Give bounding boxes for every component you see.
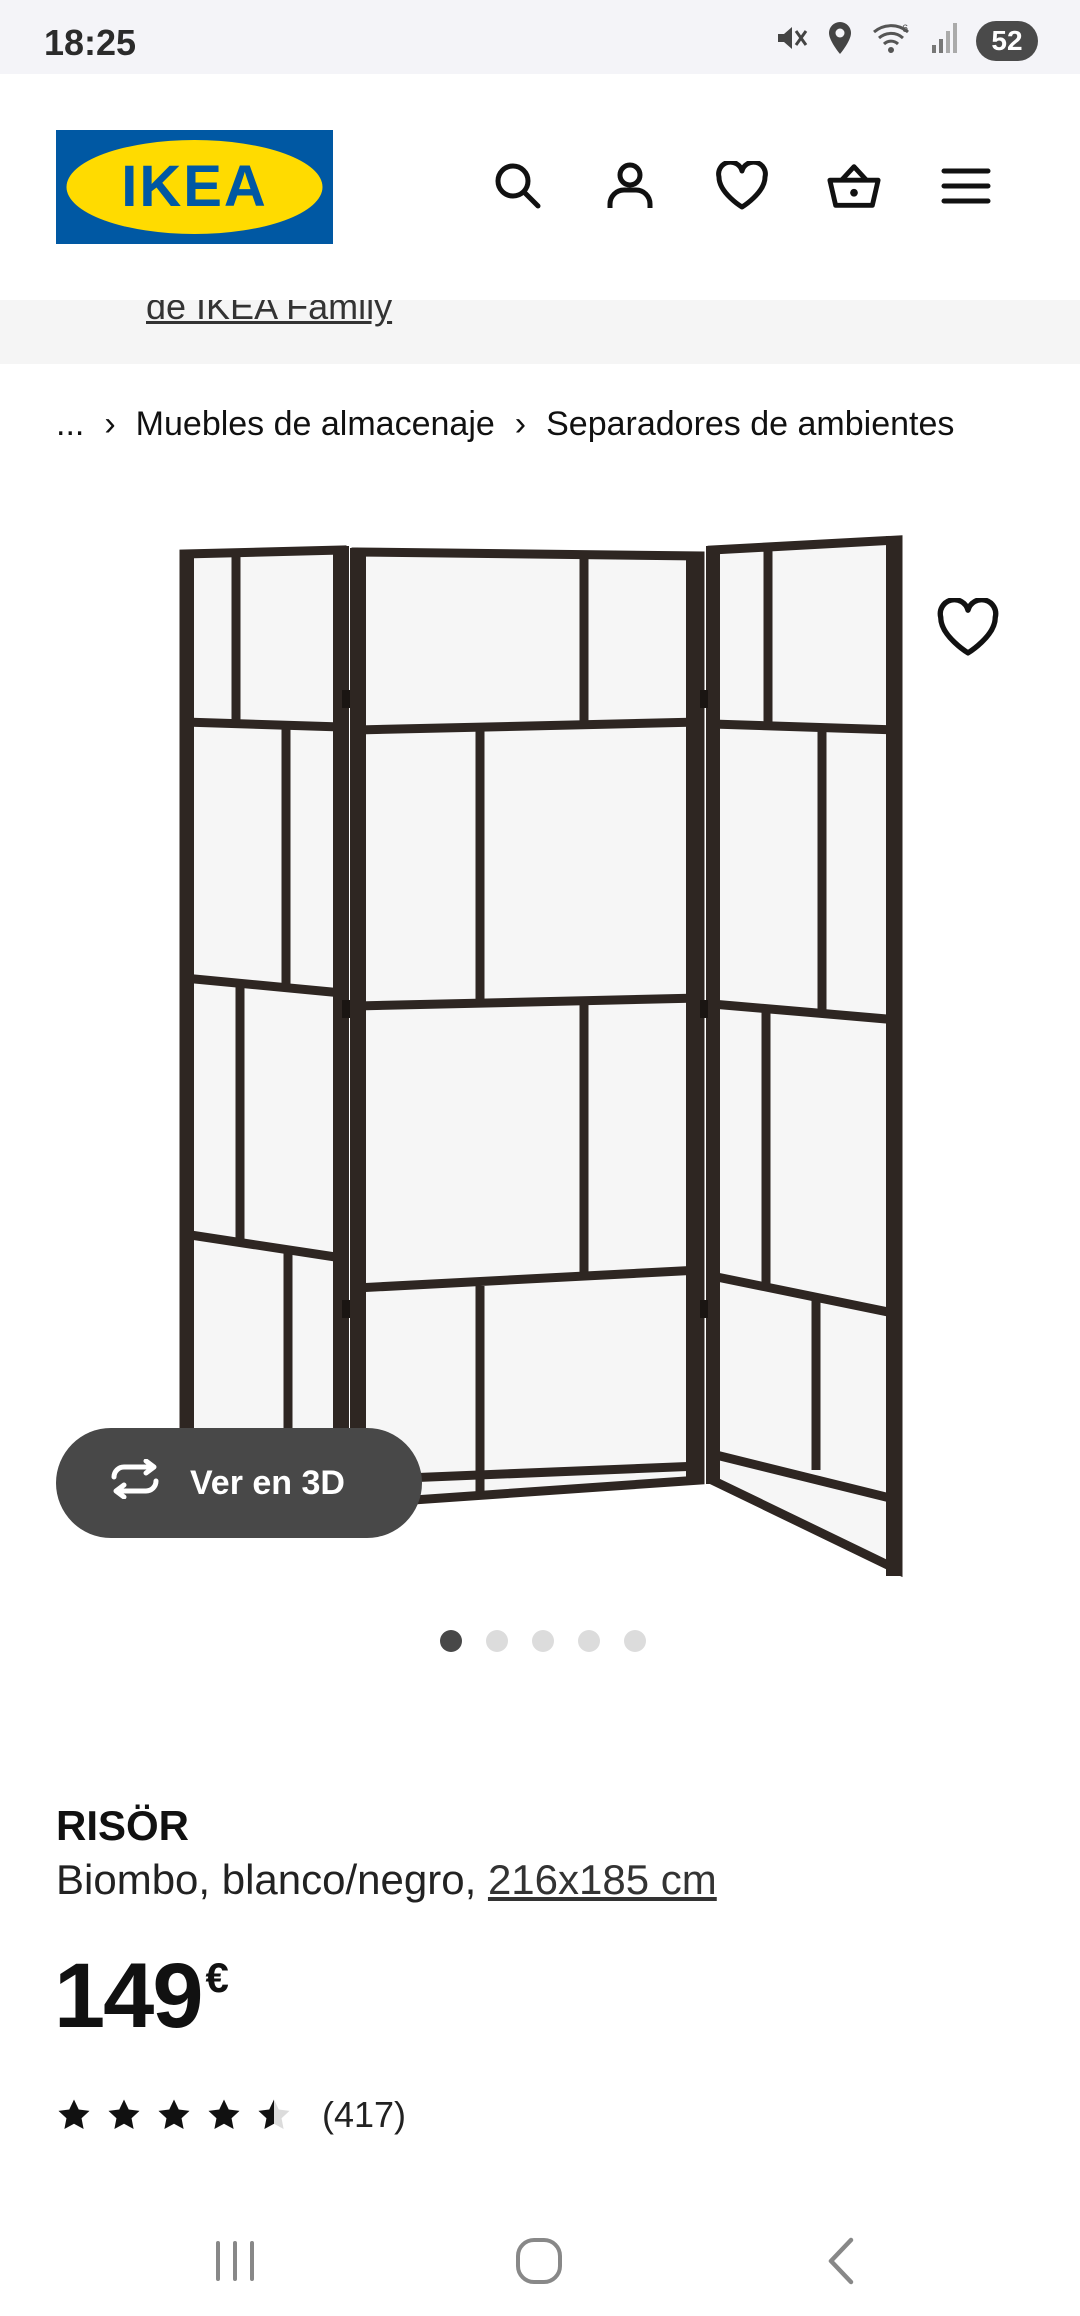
site-header: IKEA <box>0 74 1080 300</box>
product-name: RISÖR <box>56 1802 190 1849</box>
heart-icon <box>937 597 999 656</box>
breadcrumb-item-room-dividers[interactable]: Separadores de ambientes <box>546 405 954 444</box>
view-in-3d-button[interactable]: Ver en 3D <box>56 1428 422 1538</box>
price-amount: 149 <box>54 1945 203 2047</box>
pagination-dot[interactable] <box>624 1630 646 1652</box>
star-full-icon <box>208 2099 240 2130</box>
breadcrumb-item-storage[interactable]: Muebles de almacenaje <box>136 405 495 444</box>
heart-icon[interactable] <box>714 158 770 214</box>
system-nav-bar <box>0 2196 1080 2316</box>
account-icon[interactable] <box>602 158 658 214</box>
basket-icon[interactable] <box>826 158 882 214</box>
ikea-logo[interactable]: IKEA <box>56 130 333 244</box>
promo-banner: de IKEA Family <box>0 300 1080 364</box>
breadcrumb: ... › Muebles de almacenaje › Separadore… <box>56 400 954 448</box>
back-icon[interactable] <box>796 2216 886 2306</box>
menu-icon[interactable] <box>938 158 994 214</box>
recent-apps-icon[interactable] <box>190 2216 280 2306</box>
star-full-icon <box>108 2099 140 2130</box>
right-panel <box>706 535 903 1578</box>
product-rating[interactable]: (417) <box>56 2094 406 2136</box>
image-pagination <box>440 1630 646 1652</box>
pagination-dot[interactable] <box>486 1630 508 1652</box>
product-type: Biombo, blanco/negro, <box>56 1856 477 1903</box>
star-half-icon <box>258 2099 290 2130</box>
chevron-right-icon: › <box>514 404 527 443</box>
mute-icon <box>772 20 810 61</box>
chevron-right-icon: › <box>104 404 116 443</box>
logo-text: IKEA <box>121 154 268 219</box>
breadcrumb-ellipsis[interactable]: ... <box>56 405 84 444</box>
star-full-icon <box>58 2099 90 2130</box>
product-description: Biombo, blanco/negro, 216x185 cm <box>56 1856 717 1904</box>
pagination-dot[interactable] <box>532 1630 554 1652</box>
middle-panel <box>350 547 705 1512</box>
left-panel <box>179 545 349 1517</box>
product-size-link[interactable]: 216x185 cm <box>488 1856 717 1903</box>
promo-link[interactable]: de IKEA Family <box>146 300 392 328</box>
pagination-dot[interactable] <box>440 1630 462 1652</box>
signal-icon <box>930 21 960 60</box>
wifi-icon: 6 <box>870 20 914 61</box>
review-count: (417) <box>322 2094 407 2135</box>
price-currency: € <box>205 1954 229 2001</box>
rating-stars <box>56 2098 292 2132</box>
svg-text:6: 6 <box>902 23 908 35</box>
home-icon[interactable] <box>494 2216 584 2306</box>
location-icon <box>826 20 854 61</box>
view-in-3d-label: Ver en 3D <box>190 1463 345 1502</box>
battery-indicator: 52 <box>976 20 1038 61</box>
status-icons: 6 52 <box>772 20 1038 61</box>
status-bar: 18:25 6 52 <box>0 0 1080 74</box>
search-icon[interactable] <box>490 158 546 214</box>
add-to-favourites-button[interactable] <box>936 597 1000 658</box>
pagination-dot[interactable] <box>578 1630 600 1652</box>
rotate-3d-icon <box>106 1458 164 1508</box>
status-time: 18:25 <box>44 22 137 63</box>
product-price: 149 € <box>54 1950 229 2042</box>
star-full-icon <box>158 2099 190 2130</box>
